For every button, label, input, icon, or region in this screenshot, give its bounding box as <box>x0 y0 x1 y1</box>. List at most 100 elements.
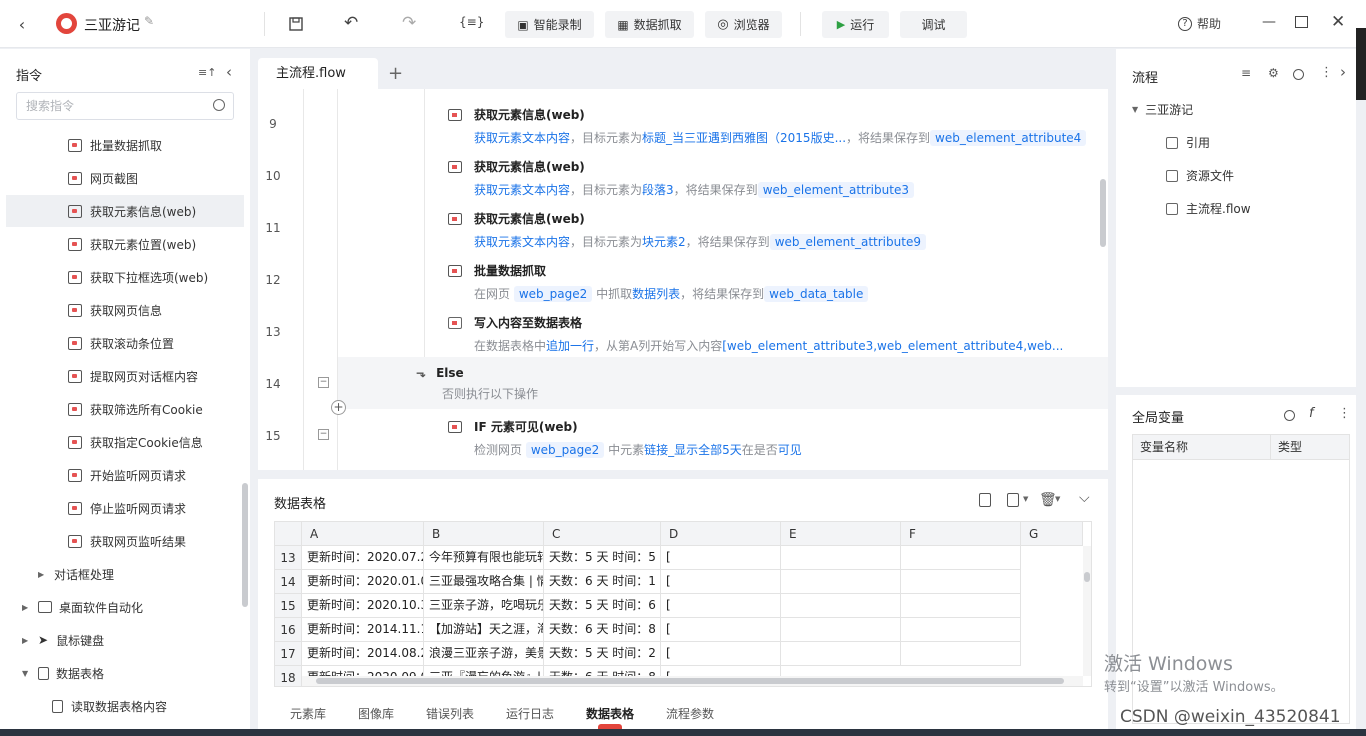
collapse-icon[interactable]: − <box>318 429 329 440</box>
search-icon[interactable] <box>1284 410 1295 421</box>
list-item[interactable]: 获取元素位置(web) <box>6 228 244 260</box>
table-cell[interactable] <box>781 618 901 642</box>
table-cell[interactable]: 浪漫三亚亲子游，美景 <box>424 642 544 666</box>
grid-vertical-scrollbar[interactable] <box>1083 546 1091 676</box>
column-header[interactable]: 类型 <box>1271 435 1349 460</box>
column-header[interactable]: C <box>544 522 661 546</box>
table-cell[interactable]: 天数：6 天 时间：8 <box>544 618 661 642</box>
table-cell[interactable]: 天数：6 天 时间：1 <box>544 570 661 594</box>
code-view-icon[interactable]: {≡} <box>459 15 484 29</box>
run-button[interactable]: ▶ 运行 <box>822 11 889 38</box>
add-step-icon[interactable]: + <box>331 400 346 415</box>
column-header[interactable]: 变量名称 <box>1133 435 1271 460</box>
step-else[interactable]: ⬎ Else 否则执行以下操作 <box>416 366 538 402</box>
tab-main-flow[interactable]: 主流程.flow <box>258 58 378 89</box>
table-cell[interactable]: [ <box>661 570 781 594</box>
dropdown-icon[interactable]: ▼ <box>1023 495 1028 503</box>
list-item[interactable]: 读取数据表格内容 <box>6 690 244 722</box>
settings-icon[interactable]: ⚙ <box>1268 66 1279 80</box>
close-icon[interactable]: ✕ <box>1331 12 1345 32</box>
table-cell[interactable]: [ <box>661 546 781 570</box>
grid-horizontal-scrollbar[interactable] <box>302 676 1083 686</box>
table-cell[interactable] <box>901 570 1021 594</box>
list-item[interactable]: 获取滚动条位置 <box>6 327 244 359</box>
column-header[interactable]: B <box>424 522 544 546</box>
table-cell[interactable]: 更新时间：2014.08.2 <box>302 642 424 666</box>
step-get-element-info[interactable]: 获取元素信息(web) 获取元素文本内容，目标元素为块元素2，将结果保存到 web… <box>448 210 926 250</box>
step-batch-scrape[interactable]: 批量数据抓取 在网页 web_page2 中抓取数据列表，将结果保存到 web_d… <box>448 262 869 302</box>
list-item[interactable]: 获取下拉框选项(web) <box>6 261 244 293</box>
tab-error-list[interactable]: 错误列表 <box>426 705 474 722</box>
scroll-thumb[interactable] <box>1084 572 1090 582</box>
table-cell[interactable]: 三亚最强攻略合集 | 情 <box>424 570 544 594</box>
debug-button[interactable]: 调试 <box>900 11 967 38</box>
group-dialog[interactable]: ▶ 对话框处理 <box>6 558 244 590</box>
layers-icon[interactable]: ≡ <box>1241 66 1251 80</box>
table-cell[interactable]: 天数：5 天 时间：6 <box>544 594 661 618</box>
flow-scrollbar[interactable] <box>1100 179 1106 247</box>
row-number[interactable]: 15 <box>275 594 302 618</box>
table-cell[interactable]: [ <box>661 642 781 666</box>
row-number[interactable]: 17 <box>275 642 302 666</box>
step-get-element-info[interactable]: 获取元素信息(web) 获取元素文本内容，目标元素为标题_当三亚遇到西雅图（20… <box>448 106 1087 146</box>
more-icon[interactable]: ⋮ <box>1320 65 1333 80</box>
table-cell[interactable] <box>901 546 1021 570</box>
group-datatable[interactable]: ▼ 数据表格 <box>6 657 244 689</box>
table-cell[interactable]: 更新时间：2020.10.3 <box>302 594 424 618</box>
list-item[interactable]: 提取网页对话框内容 <box>6 360 244 392</box>
column-header[interactable]: F <box>901 522 1021 546</box>
group-desktop[interactable]: ▶ 桌面软件自动化 <box>6 591 244 623</box>
function-icon[interactable]: f <box>1309 406 1314 421</box>
tree-item-main-flow[interactable]: 主流程.flow <box>1166 200 1251 217</box>
tab-flow-params[interactable]: 流程参数 <box>666 705 714 722</box>
add-tab-icon[interactable]: + <box>388 63 403 84</box>
tree-item-resources[interactable]: 资源文件 <box>1166 167 1234 184</box>
table-cell[interactable] <box>781 570 901 594</box>
list-item[interactable]: 获取网页信息 <box>6 294 244 326</box>
table-cell[interactable]: 今年预算有限也能玩转 <box>424 546 544 570</box>
column-header[interactable]: D <box>661 522 781 546</box>
column-header[interactable]: E <box>781 522 901 546</box>
step-get-element-info[interactable]: 获取元素信息(web) 获取元素文本内容，目标元素为段落3，将结果保存到 web_… <box>448 158 914 198</box>
tree-project[interactable]: ▼ 三亚游记 <box>1132 101 1193 118</box>
command-search-input[interactable]: 搜索指令 <box>16 92 234 120</box>
list-item[interactable]: 批量数据抓取 <box>6 129 244 161</box>
table-cell[interactable]: 更新时间：2020.07.2 <box>302 546 424 570</box>
table-cell[interactable] <box>781 594 901 618</box>
minimize-icon[interactable]: — <box>1262 14 1276 30</box>
group-mouse-keyboard[interactable]: ▶ ➤ 鼠标键盘 <box>6 624 244 656</box>
browser-button[interactable]: ◎ 浏览器 <box>705 11 782 38</box>
list-item[interactable]: 网页截图 <box>6 162 244 194</box>
collapse-right-icon[interactable]: › <box>1340 63 1346 81</box>
table-cell[interactable]: [ <box>661 594 781 618</box>
more-icon[interactable]: ⋮ <box>1338 406 1351 421</box>
search-icon[interactable] <box>213 99 225 111</box>
collapse-icon[interactable]: − <box>318 377 329 388</box>
sort-icon[interactable]: ≡↑ <box>198 66 216 79</box>
tab-image-library[interactable]: 图像库 <box>358 705 394 722</box>
table-cell[interactable]: [ <box>661 618 781 642</box>
add-file-icon[interactable] <box>979 493 991 507</box>
table-cell[interactable] <box>901 594 1021 618</box>
tree-item-references[interactable]: 引用 <box>1166 134 1210 151</box>
search-icon[interactable] <box>1293 69 1304 80</box>
export-icon[interactable] <box>1007 493 1019 507</box>
table-cell[interactable]: 天数：5 天 时间：2 <box>544 642 661 666</box>
row-number[interactable]: 16 <box>275 618 302 642</box>
tab-run-log[interactable]: 运行日志 <box>506 705 554 722</box>
undo-icon[interactable]: ↶ <box>344 13 358 33</box>
step-if-visible[interactable]: IF 元素可见(web) 检测网页 web_page2 中元素链接_显示全部5天… <box>448 418 802 458</box>
left-scrollbar[interactable] <box>242 483 248 607</box>
table-cell[interactable]: 天数：5 天 时间：5 <box>544 546 661 570</box>
row-number[interactable]: 13 <box>275 546 302 570</box>
collapse-left-icon[interactable]: ‹ <box>226 63 232 81</box>
save-icon[interactable] <box>286 14 306 34</box>
table-cell[interactable]: 【加游站】天之涯，海 <box>424 618 544 642</box>
redo-icon[interactable]: ↷ <box>402 13 416 33</box>
data-grid[interactable]: A B C D E F G 13 更新时间：2020.07.2 今年预算有限也能… <box>274 521 1092 687</box>
list-item[interactable]: 获取指定Cookie信息 <box>6 426 244 458</box>
tab-element-library[interactable]: 元素库 <box>290 705 326 722</box>
list-item[interactable]: 获取筛选所有Cookie <box>6 393 244 425</box>
chevron-down-icon[interactable]: ⌵ <box>1079 490 1090 506</box>
step-write-table[interactable]: 写入内容至数据表格 在数据表格中追加一行，从第A列开始写入内容[web_elem… <box>448 314 1063 354</box>
